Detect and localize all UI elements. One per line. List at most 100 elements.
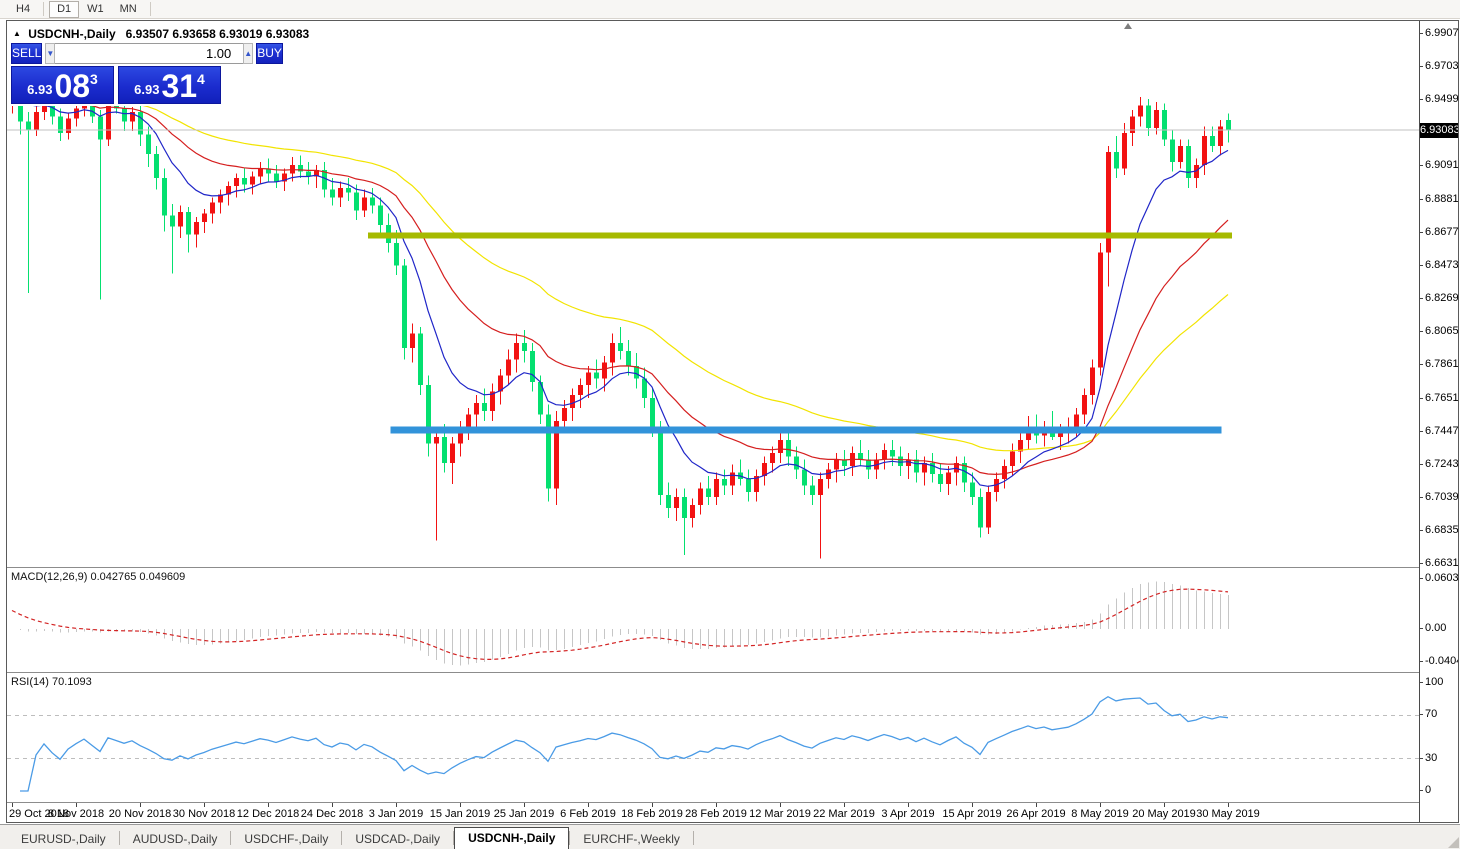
date-axis-label: 18 Feb 2019	[621, 808, 683, 820]
volume-increase-button[interactable]: ▲	[243, 43, 253, 64]
date-tick-mark	[524, 803, 525, 807]
date-tick-mark	[844, 803, 845, 807]
axis-tick-mark	[1420, 714, 1423, 715]
axis-tick-mark	[1420, 758, 1423, 759]
date-axis-label: 20 Nov 2018	[109, 808, 171, 820]
date-axis-label: 30 Nov 2018	[173, 808, 235, 820]
date-tick-mark	[204, 803, 205, 807]
volume-decrease-button[interactable]: ▼	[45, 43, 55, 64]
candles-layer	[10, 83, 1231, 559]
window-resize-grip[interactable]	[1448, 837, 1459, 848]
axis-tick-mark	[1420, 682, 1423, 683]
axis-tick-mark	[1420, 33, 1423, 34]
price-axis-label: 6.70390	[1425, 491, 1458, 504]
macd-indicator-panel[interactable]: MACD(12,26,9) 0.042765 0.049609	[7, 567, 1419, 672]
buy-price-prefix: 6.93	[134, 82, 159, 97]
date-axis-label: 8 May 2019	[1071, 808, 1128, 820]
price-axis: 6.990706.970306.949906.909106.888106.867…	[1419, 21, 1458, 822]
macd-label: MACD(12,26,9) 0.042765 0.049609	[11, 571, 185, 583]
timeframe-d1-button[interactable]: D1	[49, 1, 79, 18]
axis-tick-mark	[1420, 530, 1423, 531]
date-tick-mark	[1100, 803, 1101, 807]
timeframe-toolbar: H4 D1 W1 MN	[0, 0, 1460, 19]
chart-tab-audusd-daily[interactable]: AUDUSD-,Daily	[120, 829, 231, 849]
chart-title: ▲ USDCNH-,Daily 6.93507 6.93658 6.93019 …	[13, 27, 309, 41]
price-axis-label: 6.97030	[1425, 60, 1458, 73]
toolbar-separator	[150, 2, 151, 16]
macd-axis-label: -0.040415	[1425, 655, 1458, 668]
timeframe-mn-button[interactable]: MN	[112, 1, 145, 18]
date-axis-label: 3 Jan 2019	[369, 808, 423, 820]
axis-tick-mark	[1420, 199, 1423, 200]
price-axis-label: 6.90910	[1425, 159, 1458, 172]
axis-tick-mark	[1420, 165, 1423, 166]
buy-price-box[interactable]: 6.93 31 4	[118, 66, 221, 104]
chart-tab-eurchf-weekly[interactable]: EURCHF-,Weekly	[570, 829, 692, 849]
sell-price-pip-digit: 3	[90, 71, 98, 87]
axis-tick-mark	[1420, 331, 1423, 332]
axis-tick-mark	[1420, 563, 1423, 564]
date-axis-label: 25 Jan 2019	[494, 808, 555, 820]
rsi-axis-label: 100	[1425, 676, 1443, 689]
date-tick-mark	[1228, 803, 1229, 807]
chart-window: ▲ USDCNH-,Daily 6.93507 6.93658 6.93019 …	[6, 20, 1459, 823]
axis-tick-mark	[1420, 66, 1423, 67]
buy-button[interactable]: BUY	[256, 43, 283, 64]
volume-input[interactable]	[55, 43, 243, 64]
date-tick-mark	[780, 803, 781, 807]
one-click-trade-panel: SELL ▼ ▲ BUY 6.93 08 3 6.93 31 4	[9, 41, 225, 106]
date-axis-label: 8 Nov 2018	[48, 808, 104, 820]
price-axis-label: 6.76510	[1425, 392, 1458, 405]
chart-tab-eurusd-daily[interactable]: EURUSD-,Daily	[8, 829, 119, 849]
date-axis-label: 15 Apr 2019	[942, 808, 1001, 820]
chart-shift-marker-icon[interactable]	[1124, 23, 1132, 29]
date-axis-label: 20 May 2019	[1132, 808, 1196, 820]
macd-histogram	[13, 581, 1229, 665]
toolbar-separator	[43, 2, 44, 16]
price-axis-label: 6.80650	[1425, 325, 1458, 338]
date-axis-label: 15 Jan 2019	[430, 808, 491, 820]
price-axis-label: 6.68350	[1425, 524, 1458, 537]
rsi-indicator-panel[interactable]: RSI(14) 70.1093	[7, 672, 1419, 802]
axis-tick-mark	[1420, 431, 1423, 432]
buy-price-pip-digit: 4	[197, 71, 205, 87]
rsi-axis-label: 70	[1425, 708, 1437, 721]
price-axis-label: 6.99070	[1425, 27, 1458, 40]
axis-tick-mark	[1420, 232, 1423, 233]
chart-ohlc-values: 6.93507 6.93658 6.93019 6.93083	[126, 27, 310, 41]
axis-tick-mark	[1420, 398, 1423, 399]
sell-button[interactable]: SELL	[11, 43, 42, 64]
price-axis-label: 6.78610	[1425, 358, 1458, 371]
chart-tab-usdchf-daily[interactable]: USDCHF-,Daily	[231, 829, 341, 849]
date-axis-label: 22 Mar 2019	[813, 808, 875, 820]
date-axis-label: 30 May 2019	[1196, 808, 1260, 820]
axis-tick-mark	[1420, 628, 1423, 629]
rsi-axis-label: 30	[1425, 752, 1437, 765]
axis-tick-mark	[1420, 99, 1423, 100]
price-axis-label: 6.72430	[1425, 458, 1458, 471]
sell-price-box[interactable]: 6.93 08 3	[11, 66, 114, 104]
timeframe-w1-button[interactable]: W1	[79, 1, 112, 18]
date-tick-mark	[268, 803, 269, 807]
chart-tab-usdcad-daily[interactable]: USDCAD-,Daily	[342, 829, 453, 849]
macd-axis-label: 0.060342	[1425, 572, 1458, 585]
collapse-triangle-icon[interactable]: ▲	[13, 29, 21, 38]
main-price-chart[interactable]: ▲ USDCNH-,Daily 6.93507 6.93658 6.93019 …	[7, 21, 1419, 567]
date-axis-label: 6 Feb 2019	[560, 808, 616, 820]
chart-tab-usdcnh-daily[interactable]: USDCNH-,Daily	[454, 827, 569, 849]
timeframe-h4-button[interactable]: H4	[8, 1, 38, 18]
price-axis-label: 6.66310	[1425, 557, 1458, 570]
date-axis-label: 26 Apr 2019	[1006, 808, 1065, 820]
macd-axis-label: 0.00	[1425, 622, 1446, 635]
buy-price-big-digits: 31	[161, 71, 197, 101]
axis-tick-mark	[1420, 661, 1423, 662]
date-axis-label: 12 Dec 2018	[237, 808, 299, 820]
rsi-line	[20, 697, 1228, 791]
date-axis-label: 12 Mar 2019	[749, 808, 811, 820]
rsi-canvas	[7, 673, 1419, 802]
macd-canvas	[7, 568, 1419, 672]
date-tick-mark	[76, 803, 77, 807]
rsi-axis-label: 0	[1425, 784, 1431, 797]
date-tick-mark	[1036, 803, 1037, 807]
date-tick-mark	[460, 803, 461, 807]
